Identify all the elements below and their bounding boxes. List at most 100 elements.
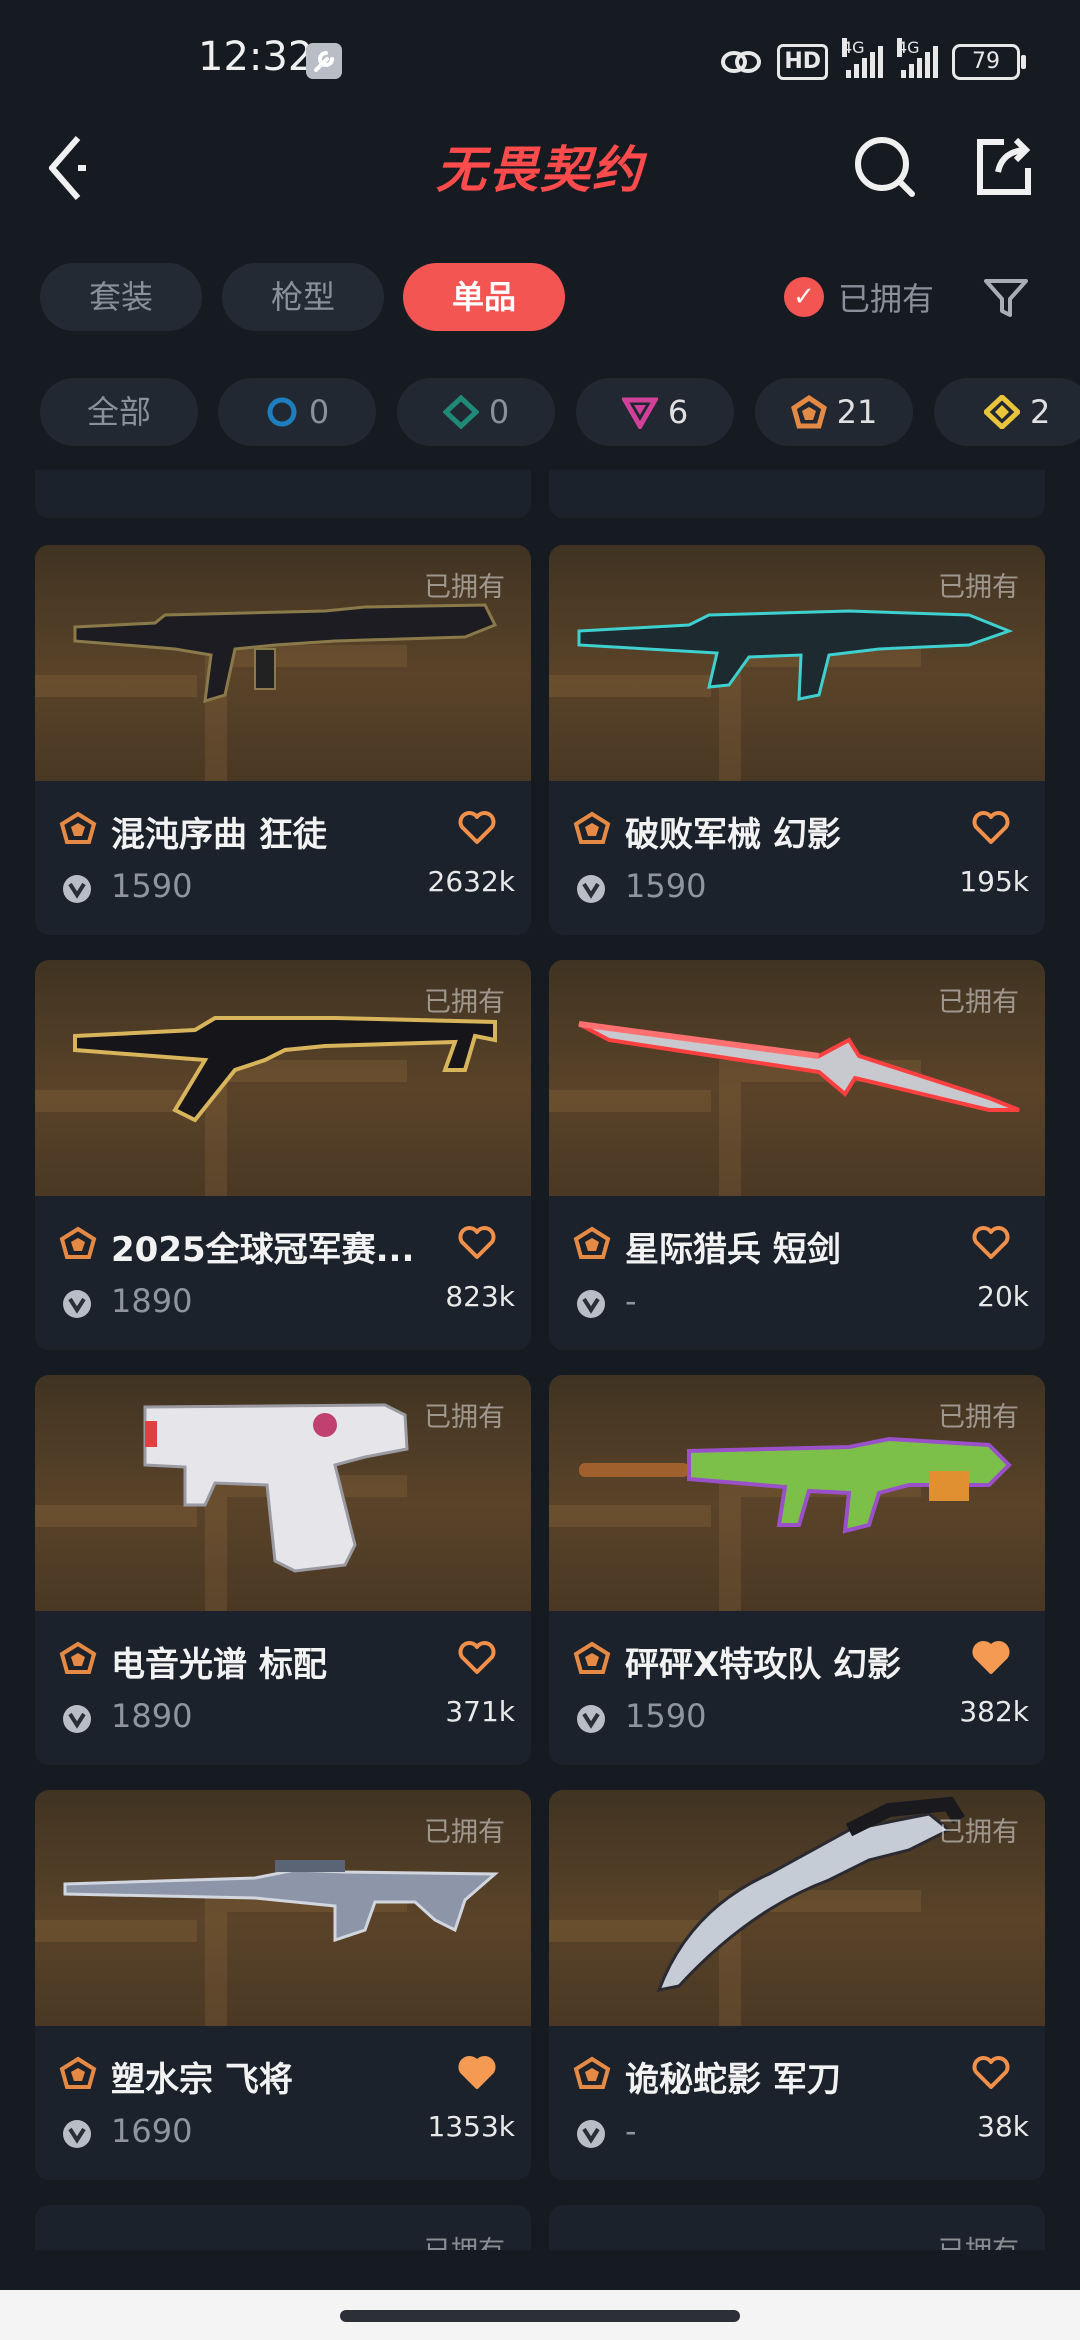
- item-card[interactable]: 已拥有 2025全球冠军赛... 1890 823k: [35, 960, 531, 1350]
- item-name: 塑水宗 飞将: [111, 2060, 293, 2100]
- tier-filter-row: 全部 0 0 6 21 2: [40, 378, 1080, 446]
- tier-chip-exclusive[interactable]: 21: [755, 378, 913, 446]
- heart-filled-icon[interactable]: [971, 1639, 1011, 1675]
- owned-toggle-label: 已拥有: [838, 280, 935, 318]
- item-card[interactable]: 已拥有 电音光谱 标配 1890 371k: [35, 1375, 531, 1765]
- app-screen: 12:32 HD 4G 4G 79 无畏契约 套装 枪型 单品 ✓ 已拥有 全部…: [0, 0, 1080, 2340]
- tier-count: 21: [836, 393, 878, 431]
- owned-label: 已拥有: [938, 1817, 1019, 1848]
- heart-outline-icon[interactable]: [971, 1224, 1011, 1260]
- item-name: 砰砰X特攻队 幻影: [625, 1645, 902, 1685]
- item-price: 1890: [111, 1697, 193, 1735]
- tier-chip-label: 全部: [86, 393, 151, 431]
- owned-label: 已拥有: [424, 987, 505, 1018]
- status-icons: HD 4G 4G 79: [719, 38, 1026, 84]
- item-card[interactable]: 已拥有 混沌序曲 狂徒 1590 2632k: [35, 545, 531, 935]
- item-card-partial[interactable]: 已拥有: [35, 2205, 531, 2250]
- filter-icon: [984, 279, 1028, 317]
- item-card[interactable]: 已拥有 诡秘蛇影 军刀 - 38k: [549, 1790, 1045, 2180]
- tier-ultra-icon: [984, 395, 1020, 429]
- category-tabs: 套装 枪型 单品 ✓ 已拥有: [40, 263, 1040, 331]
- like-count: 371k: [445, 1695, 515, 1728]
- item-card-partial[interactable]: [549, 470, 1045, 518]
- search-icon: [855, 137, 915, 197]
- tier-exclusive-icon: [573, 811, 611, 844]
- tier-exclusive-icon: [573, 1226, 611, 1259]
- item-price: 1890: [111, 1282, 193, 1320]
- vp-currency-icon: [63, 2120, 91, 2148]
- item-card[interactable]: 已拥有 砰砰X特攻队 幻影 1590 382k: [549, 1375, 1045, 1765]
- page-title: 无畏契约: [436, 141, 644, 199]
- owned-label: 已拥有: [938, 1402, 1019, 1433]
- item-image: 已拥有: [549, 1375, 1045, 1611]
- tab-bundle[interactable]: 套装: [40, 263, 202, 331]
- top-nav: 无畏契约: [0, 120, 1080, 270]
- item-card[interactable]: 已拥有 塑水宗 飞将 1690 1353k: [35, 1790, 531, 2180]
- vp-currency-icon: [63, 1290, 91, 1318]
- tier-exclusive-icon: [573, 2056, 611, 2089]
- tier-chip-all[interactable]: 全部: [40, 378, 198, 446]
- tier-premium-icon: [621, 397, 658, 429]
- like-count: 1353k: [427, 2110, 515, 2143]
- share-button[interactable]: [972, 128, 1034, 208]
- heart-outline-icon[interactable]: [971, 2054, 1011, 2090]
- owned-label: 已拥有: [938, 987, 1019, 1018]
- network-type: 4G: [842, 38, 865, 57]
- home-indicator[interactable]: [340, 2310, 740, 2322]
- share-icon: [977, 137, 1031, 195]
- filter-button[interactable]: [980, 273, 1032, 323]
- tier-count: 0: [308, 393, 330, 431]
- search-button[interactable]: [852, 128, 918, 208]
- like-count: 195k: [959, 865, 1029, 898]
- owned-toggle[interactable]: ✓ 已拥有: [784, 273, 934, 321]
- tier-chip-ultra[interactable]: 2: [934, 378, 1080, 446]
- battery-icon: 79: [952, 44, 1026, 80]
- owned-label: 已拥有: [938, 2229, 1019, 2250]
- vp-currency-icon: [63, 875, 91, 903]
- item-image: 已拥有: [549, 1790, 1045, 2026]
- owned-label: 已拥有: [424, 1402, 505, 1433]
- tier-exclusive-icon: [59, 1226, 97, 1259]
- vp-currency-icon: [63, 1705, 91, 1733]
- heart-outline-icon[interactable]: [457, 1224, 497, 1260]
- item-card[interactable]: 已拥有 星际猎兵 短剑 - 20k: [549, 960, 1045, 1350]
- vp-currency-icon: [577, 2120, 605, 2148]
- heart-outline-icon[interactable]: [457, 809, 497, 845]
- tab-single-item[interactable]: 单品: [403, 263, 565, 331]
- tab-gun-type[interactable]: 枪型: [222, 263, 384, 331]
- tier-exclusive-icon: [59, 811, 97, 844]
- item-price: -: [625, 2112, 637, 2150]
- heart-outline-icon[interactable]: [971, 809, 1011, 845]
- tier-exclusive-icon: [573, 1641, 611, 1674]
- item-image: 已拥有: [549, 960, 1045, 1196]
- tier-count: 2: [1030, 393, 1051, 431]
- item-price: 1590: [625, 867, 707, 905]
- item-card-partial[interactable]: 已拥有: [549, 2205, 1045, 2250]
- tier-chip-select[interactable]: 0: [218, 378, 376, 446]
- hd-voice-icon: HD: [777, 44, 828, 80]
- item-card-partial[interactable]: [35, 470, 531, 518]
- item-price: 1590: [111, 867, 193, 905]
- wrench-icon: [306, 43, 342, 79]
- item-name: 混沌序曲 狂徒: [111, 815, 327, 855]
- tier-deluxe-icon: [442, 395, 479, 429]
- tier-count: 6: [667, 393, 689, 431]
- like-count: 382k: [959, 1695, 1029, 1728]
- item-price: 1590: [625, 1697, 707, 1735]
- tier-chip-deluxe[interactable]: 0: [397, 378, 555, 446]
- heart-outline-icon[interactable]: [457, 1639, 497, 1675]
- heart-filled-icon[interactable]: [457, 2054, 497, 2090]
- item-card[interactable]: 已拥有 破败军械 幻影 1590 195k: [549, 545, 1045, 935]
- item-name: 电音光谱 标配: [111, 1645, 327, 1685]
- item-image: 已拥有: [35, 1375, 531, 1611]
- item-name: 星际猎兵 短剑: [625, 1230, 841, 1270]
- tier-exclusive-icon: [59, 1641, 97, 1674]
- item-price: 1690: [111, 2112, 193, 2150]
- owned-label: 已拥有: [424, 1817, 505, 1848]
- tier-chip-premium[interactable]: 6: [576, 378, 734, 446]
- item-name: 破败军械 幻影: [625, 815, 841, 855]
- tier-exclusive-icon: [790, 395, 827, 429]
- owned-label: 已拥有: [938, 572, 1019, 603]
- tier-count: 0: [488, 393, 510, 431]
- item-image: 已拥有: [35, 1790, 531, 2026]
